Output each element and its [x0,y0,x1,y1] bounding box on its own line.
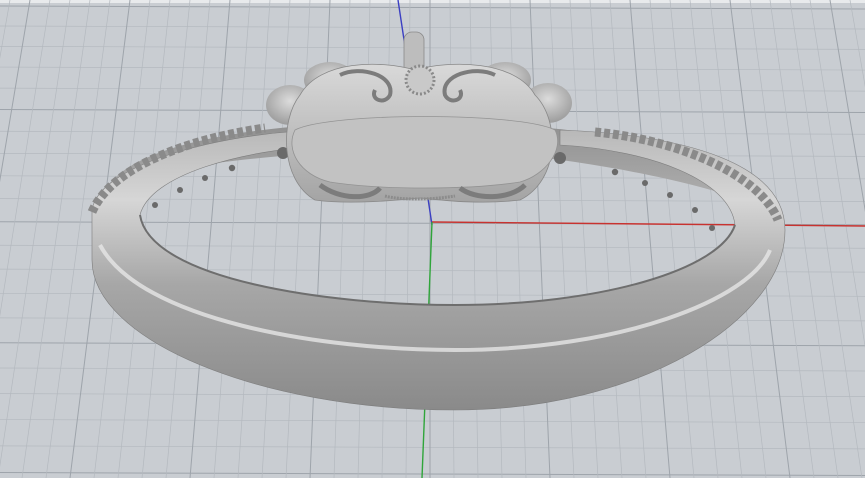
grid-line [0,46,865,50]
grid-line [0,0,31,183]
bead-ring [404,64,436,96]
grid-line [529,0,551,478]
gallery-plate [291,116,558,189]
grid-line [0,472,865,476]
grid-line [0,5,865,10]
grid-line [165,0,211,478]
viewport-3d[interactable] [0,0,865,478]
grid-line [809,0,865,349]
grid-line [609,0,647,478]
grid-line [0,0,51,317]
grid-line [669,0,719,478]
grid-line [569,0,599,478]
grid-line [0,419,865,423]
ring-head-setting[interactable] [266,31,572,203]
grid-line [213,0,251,478]
grid-line [285,0,311,478]
grid-line [789,0,863,478]
grid-line [0,25,865,30]
grid-line [649,0,695,478]
grid-line [261,0,291,478]
grid-line [0,445,865,450]
grid-line [829,0,865,213]
grid-line [21,0,91,478]
grid-line [849,0,865,88]
grid-line [589,0,623,478]
viewport-canvas[interactable] [0,0,865,478]
grid-line [237,0,271,478]
grid-line [0,0,71,468]
grid-line [549,0,575,478]
grid-line [189,0,231,478]
grid-line [629,0,671,478]
